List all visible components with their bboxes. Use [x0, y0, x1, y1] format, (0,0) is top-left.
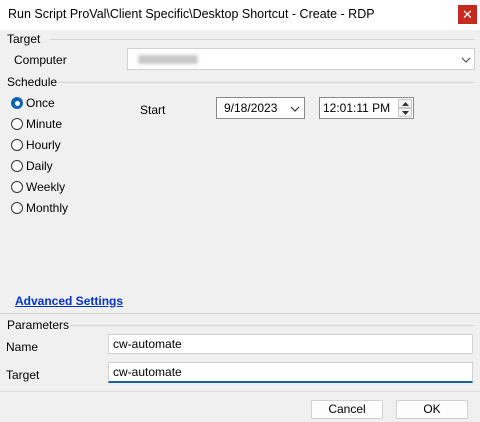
computer-label: Computer: [14, 53, 67, 67]
radio-weekly[interactable]: Weekly: [11, 178, 65, 196]
chevron-down-icon: [290, 106, 300, 112]
parameters-top-divider: [0, 313, 480, 314]
radio-daily-label: Daily: [26, 159, 53, 173]
close-button[interactable]: ✕: [458, 5, 477, 24]
ok-button[interactable]: OK: [396, 400, 468, 419]
radio-daily[interactable]: Daily: [11, 157, 53, 175]
radio-monthly[interactable]: Monthly: [11, 199, 68, 217]
start-label: Start: [140, 103, 166, 117]
radio-unchecked-icon: [11, 202, 23, 214]
start-time-input[interactable]: 12:01:11 PM: [319, 97, 414, 119]
radio-unchecked-icon: [11, 139, 23, 151]
spin-down-button[interactable]: [398, 108, 412, 117]
parameters-divider: [70, 325, 475, 326]
computer-dropdown[interactable]: [127, 48, 475, 70]
start-time-value: 12:01:11 PM: [323, 101, 391, 115]
computer-value-redacted: [138, 55, 198, 64]
caret-up-icon: [401, 101, 409, 106]
schedule-divider: [58, 82, 475, 83]
schedule-section-label: Schedule: [7, 75, 58, 89]
advanced-settings-link[interactable]: Advanced Settings: [15, 294, 123, 308]
target-section-label: Target: [7, 32, 41, 46]
radio-weekly-label: Weekly: [26, 180, 66, 194]
footer-divider: [0, 391, 480, 392]
target-field[interactable]: cw-automate: [108, 362, 473, 383]
radio-unchecked-icon: [11, 181, 23, 193]
name-field[interactable]: cw-automate: [108, 334, 473, 354]
radio-hourly-label: Hourly: [26, 138, 61, 152]
title-bar: Run Script ProVal\Client Specific\Deskto…: [0, 0, 480, 30]
radio-unchecked-icon: [11, 118, 23, 130]
radio-unchecked-icon: [11, 160, 23, 172]
chevron-down-icon: [461, 57, 471, 63]
radio-minute-label: Minute: [26, 117, 63, 131]
parameters-section-label: Parameters: [7, 318, 70, 332]
start-date-picker[interactable]: 9/18/2023: [216, 97, 305, 119]
radio-minute[interactable]: Minute: [11, 115, 62, 133]
spin-up-button[interactable]: [398, 99, 412, 108]
radio-checked-icon: [11, 97, 23, 109]
target-param-label: Target: [6, 368, 40, 382]
radio-monthly-label: Monthly: [26, 201, 69, 215]
target-divider: [50, 39, 475, 40]
time-spinner[interactable]: [398, 99, 412, 117]
cancel-button[interactable]: Cancel: [311, 400, 383, 419]
radio-hourly[interactable]: Hourly: [11, 136, 61, 154]
caret-down-icon: [401, 110, 409, 115]
close-icon: ✕: [462, 7, 473, 22]
start-date-value: 9/18/2023: [224, 101, 278, 115]
radio-once[interactable]: Once: [11, 94, 55, 112]
radio-once-label: Once: [26, 96, 55, 110]
name-label: Name: [6, 340, 39, 354]
window-title: Run Script ProVal\Client Specific\Deskto…: [8, 7, 375, 21]
